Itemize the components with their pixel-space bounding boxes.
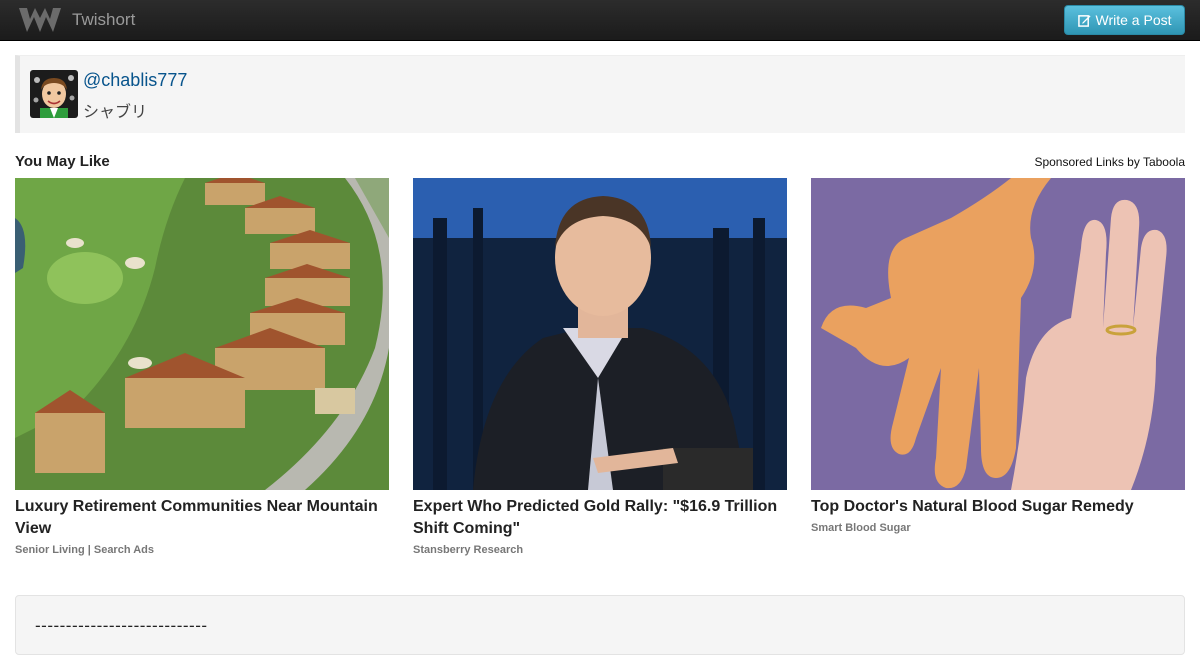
profile-handle: chablis777 — [101, 70, 188, 90]
twishort-logo-icon — [19, 8, 61, 32]
write-post-label: Write a Post — [1095, 12, 1172, 28]
speaker-on-stage-image — [413, 178, 787, 490]
recommendation-source: Senior Living | Search Ads — [15, 544, 154, 556]
profile-card: @chablis777 シャブリ — [15, 55, 1185, 133]
brand-name: Twishort — [72, 10, 136, 29]
profile-display-name: シャブリ — [83, 104, 148, 121]
recommendation-source: Stansberry Research — [413, 544, 524, 556]
recommendation-source: Smart Blood Sugar — [811, 522, 911, 534]
avatar[interactable] — [30, 70, 78, 118]
recommendation-headline[interactable]: Luxury Retirement Communities Near Mount… — [15, 496, 389, 540]
sponsored-links-label[interactable]: Sponsored Links by Taboola — [1034, 155, 1185, 169]
aerial-houses-golf-course-image — [15, 178, 389, 490]
top-navbar: Twishort Write a Post — [0, 0, 1200, 41]
handle-at: @ — [83, 70, 102, 90]
tweet-text: ---------------------------- — [35, 616, 208, 635]
recommendation-headline[interactable]: Top Doctor's Natural Blood Sugar Remedy — [811, 496, 1185, 518]
write-post-button[interactable]: Write a Post — [1064, 5, 1185, 35]
recommendations-header: You May Like Sponsored Links by Taboola — [15, 153, 1185, 173]
recommendation-headline[interactable]: Expert Who Predicted Gold Rally: "$16.9 … — [413, 496, 787, 540]
recommendation-card[interactable]: Expert Who Predicted Gold Rally: "$16.9 … — [413, 178, 787, 556]
recommendations-title: You May Like — [15, 153, 110, 170]
brand-link[interactable]: Twishort — [17, 3, 135, 37]
tweet-content-box: ---------------------------- — [15, 595, 1185, 655]
profile-handle-link[interactable]: @chablis777 — [83, 70, 187, 91]
recommendation-card[interactable]: Top Doctor's Natural Blood Sugar Remedy … — [811, 178, 1185, 534]
edit-icon — [1077, 14, 1091, 27]
two-hands-palms-image — [811, 178, 1185, 490]
recommendation-card[interactable]: Luxury Retirement Communities Near Mount… — [15, 178, 389, 556]
